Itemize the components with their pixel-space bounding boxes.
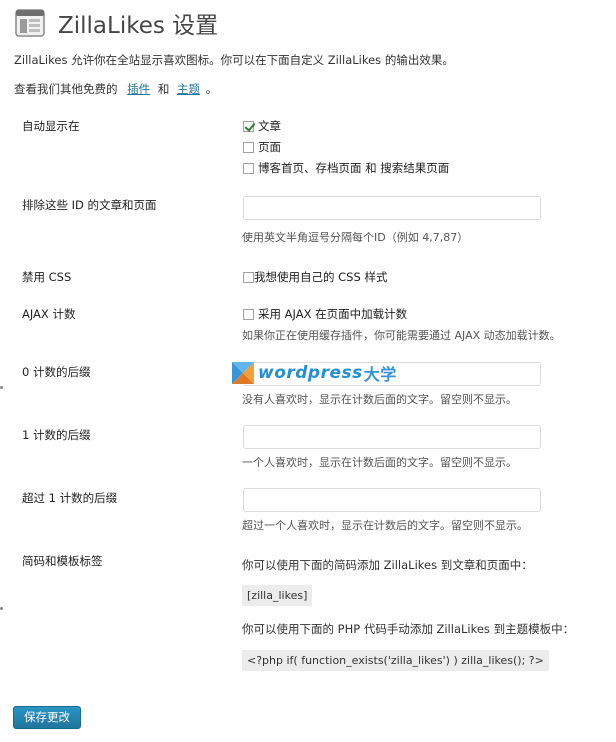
shortcode-label: 简码和模板标签 [22,554,103,568]
more-postfix-description: 超过一个人喜欢时，显示在计数后的文字。留空则不显示。 [242,519,528,532]
one-postfix-description: 一个人喜欢时，显示在计数后面的文字。留空则不显示。 [242,456,517,469]
disable-css-checkbox-label: 我想使用自己的 CSS 样式 [254,270,388,284]
posts-checkbox[interactable] [243,121,254,132]
auto-display-label: 自动显示在 [22,119,80,133]
posts-checkbox-label: 文章 [258,119,281,133]
page-title: ZillaLikes 设置 [58,13,219,39]
exclude-ids-label: 排除这些 ID 的文章和页面 [22,198,157,212]
watermark-text: wordpress [258,363,363,383]
page-header: ZillaLikes 设置 [14,6,218,40]
more-postfix-label: 超过 1 计数的后缀 [22,491,118,505]
exclude-ids-description: 使用英文半角逗号分隔每个ID（例如 4,7,87） [242,231,469,244]
plugins-link[interactable]: 插件 [127,82,150,96]
ajax-count-checkbox[interactable] [243,309,254,320]
pages-checkbox[interactable] [243,142,254,153]
ajax-count-label: AJAX 计数 [22,307,76,321]
more-postfix-input[interactable] [243,488,541,512]
archives-checkbox[interactable] [243,163,254,174]
pages-checkbox-label: 页面 [258,140,281,154]
edge-marker [0,607,3,610]
watermark-cn-text: 大学 [363,365,397,384]
intro-text: ZillaLikes 允许你在全站显示喜欢图标。你可以在下面自定义 ZillaL… [14,53,454,67]
zero-postfix-label: 0 计数的后缀 [22,365,91,379]
disable-css-label: 禁用 CSS [22,270,72,284]
php-code-snippet: <?php if( function_exists('zilla_likes')… [242,650,549,671]
disable-css-checkbox[interactable] [243,272,254,283]
watermark-logo-icon [232,362,254,384]
zero-postfix-description: 没有人喜欢时，显示在计数后面的文字。留空则不显示。 [242,393,517,406]
save-changes-button[interactable]: 保存更改 [13,706,81,729]
one-postfix-label: 1 计数的后缀 [22,428,91,442]
auto-display-archives-option[interactable]: 博客首页、存档页面 和 搜索结果页面 [243,160,449,176]
settings-page-icon [14,7,46,39]
php-intro: 你可以使用下面的 PHP 代码手动添加 ZillaLikes 到主题模板中： [242,622,575,636]
shortcode-snippet: [zilla_likes] [242,585,313,606]
archives-checkbox-label: 博客首页、存档页面 和 搜索结果页面 [258,161,450,175]
disable-css-option[interactable]: 我想使用自己的 CSS 样式 [243,269,387,285]
ajax-count-option[interactable]: 采用 AJAX 在页面中加载计数 [243,306,407,322]
ajax-count-checkbox-label: 采用 AJAX 在页面中加载计数 [258,307,408,321]
edge-marker [0,386,3,389]
and-text: 和 [157,82,170,96]
auto-display-posts-option[interactable]: 文章 [243,118,281,134]
intro-links-prefix: 查看我们其他免费的 [14,82,118,96]
intro-links-line: 查看我们其他免费的 插件 和 主题 。 [14,81,217,97]
period: 。 [205,82,218,96]
wordpress-daxue-watermark: wordpress 大学 [232,361,397,385]
exclude-ids-input[interactable] [243,196,541,220]
ajax-count-description: 如果你正在使用缓存插件，你可能需要通过 AJAX 动态加载计数。 [242,329,561,342]
shortcode-intro: 你可以使用下面的简码添加 ZillaLikes 到文章和页面中： [242,558,533,572]
one-postfix-input[interactable] [243,425,541,449]
auto-display-pages-option[interactable]: 页面 [243,139,281,155]
themes-link[interactable]: 主题 [177,82,200,96]
